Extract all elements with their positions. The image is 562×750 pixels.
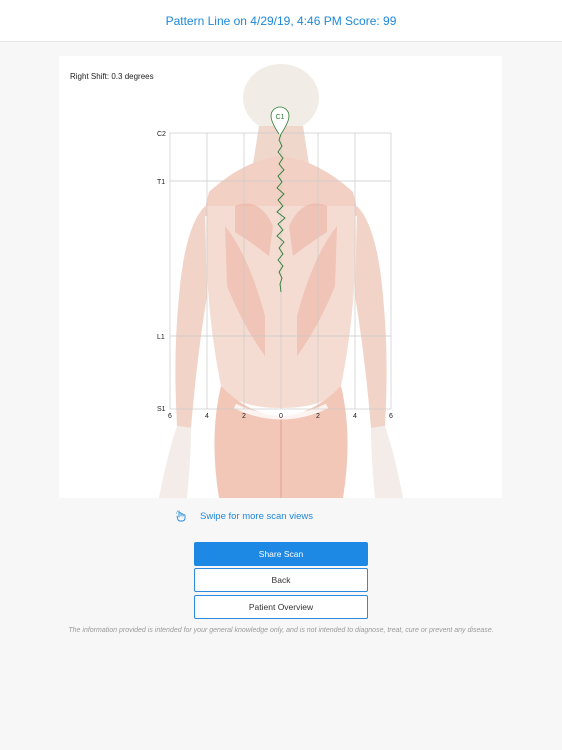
x-tick-label: 2 [316,413,320,420]
back-button[interactable]: Back [194,568,368,592]
disclaimer-text: The information provided is intended for… [68,627,494,634]
header-bar: Pattern Line on 4/29/19, 4:46 PM Score: … [0,0,562,42]
scan-panel[interactable]: C2 T1 L1 S1 6 4 2 0 2 4 6 C1 Right Shift… [59,56,502,498]
swipe-hand-icon [176,510,186,522]
page-title: Pattern Line on 4/29/19, 4:46 PM Score: … [165,13,397,28]
x-tick-label: 6 [389,413,393,420]
c1-marker-label: C1 [276,114,285,121]
swipe-hint-text: Swipe for more scan views [200,510,313,522]
swipe-hint: Swipe for more scan views [176,510,313,522]
vertebra-label-s1: S1 [157,406,166,413]
vertebra-label-l1: L1 [157,334,165,341]
vertebra-label-t1: T1 [157,179,165,186]
x-tick-label: 6 [168,413,172,420]
shift-measurement: Right Shift: 0.3 degrees [70,72,154,81]
x-tick-label: 2 [242,413,246,420]
vertebra-label-c2: C2 [157,131,166,138]
patient-overview-button[interactable]: Patient Overview [194,595,368,619]
body-scan-figure: C2 T1 L1 S1 6 4 2 0 2 4 6 C1 [157,64,403,498]
x-tick-label: 4 [205,413,209,420]
x-tick-label: 0 [279,413,283,420]
share-scan-button[interactable]: Share Scan [194,542,368,566]
x-tick-label: 4 [353,413,357,420]
